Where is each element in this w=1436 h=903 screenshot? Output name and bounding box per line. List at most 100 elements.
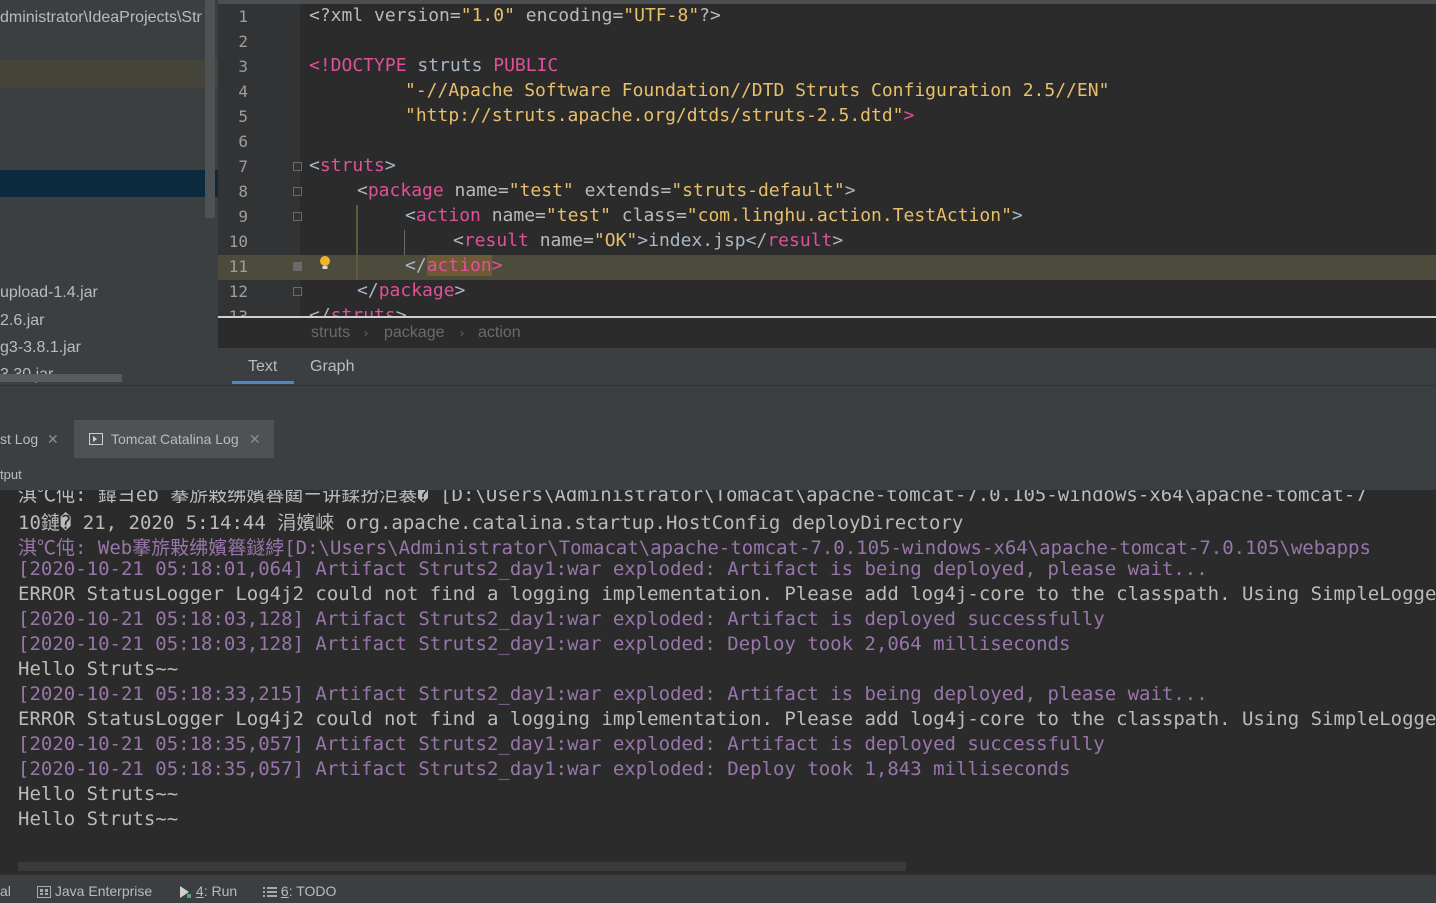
console-line: 淇℃伅: 鍏ヨeb 搴旂敤绋嬪簭閮ㄧ讲鍒扮洰褰� [D:\Users\Admin… [18,490,1367,506]
attr-name: encoding= [514,5,624,26]
project-path[interactable]: dministrator\IdeaProjects\Str [0,9,202,27]
line-number: 11 [228,257,248,276]
tag-bracket: > [832,230,844,251]
code-line-8: <package name="test" extends="struts-def… [357,180,856,201]
tag-bracket: < [405,205,416,226]
console-horizontal-scrollbar[interactable] [18,862,906,871]
editor-top-border [218,0,1436,4]
attr-value: "UTF-8" [623,5,700,26]
code-line-7: <struts> [309,155,396,176]
tab-tomcat-catalina-log[interactable]: Tomcat Catalina Log ✕ [74,420,274,458]
code-line-10: <result name="OK">index.jsp</result> [453,230,843,251]
line-number: 12 [228,282,248,301]
tag-bracket: < [309,155,320,176]
line-number: 6 [238,132,248,151]
console-line: ERROR StatusLogger Log4j2 could not find… [18,708,1436,730]
project-horizontal-scrollbar[interactable] [0,374,122,382]
attr-name: name= [528,230,594,251]
tag-bracket: </ [745,230,768,251]
tag-bracket: > [491,255,503,276]
intention-bulb-icon[interactable] [319,256,331,271]
doctype-close: > [903,105,915,126]
console-icon [89,433,103,445]
doctype-url: "http://struts.apache.org/dtds/struts-2.… [405,105,904,126]
code-line-1: <?xml version="1.0" encoding="UTF-8"?> [309,5,721,26]
code-editor[interactable]: 1 2 3 4 5 6 7 8 9 10 11 12 13 <?xml vers… [218,0,1436,316]
tag-bracket: > [1011,205,1023,226]
breadcrumb-item-action[interactable]: action [478,324,521,342]
tag-bracket: </ [405,255,427,276]
xml-decl-close: ?> [699,5,721,26]
tag-name: action [426,255,492,276]
line-number: 9 [238,207,248,226]
tool-window-bar: al Java Enterprise 4: Run 6: TODO [0,874,1436,903]
breadcrumb-item-struts[interactable]: struts [311,324,350,342]
breadcrumb-separator-icon: › [460,326,464,340]
todo-tab[interactable]: 6: TODO [263,883,336,899]
run-number: 4 [195,883,204,899]
java-enterprise-tab[interactable]: Java Enterprise [37,883,152,899]
tab-graph[interactable]: Graph [310,358,354,376]
tree-item-jar[interactable]: upload-1.4.jar [0,284,98,302]
line-number: 10 [228,232,248,251]
output-label: tput [0,467,22,482]
line-number: 8 [238,182,248,201]
fold-toggle-icon[interactable] [293,187,302,196]
tree-row-highlight [0,60,218,88]
fold-toggle-icon[interactable] [293,212,302,221]
tag-name: action [415,205,481,226]
run-tab[interactable]: 4: Run [178,883,237,899]
terminal-tab[interactable]: al [0,883,11,899]
tree-item-jar[interactable]: 2.6.jar [0,312,44,330]
code-line-9: <action name="test" class="com.linghu.ac… [405,205,1023,226]
code-line-5: "http://struts.apache.org/dtds/struts-2.… [405,105,914,126]
attr-value: "struts-default" [671,180,845,201]
run-tool-window-tabs: st Log ✕ Tomcat Catalina Log ✕ [0,420,1436,458]
breadcrumb-item-package[interactable]: package [384,324,445,342]
console-line: ERROR StatusLogger Log4j2 could not find… [18,583,1436,605]
fold-end-icon[interactable] [293,287,302,296]
code-line-12: </package> [357,280,465,301]
tag-bracket: < [453,230,464,251]
doctype-root: struts [406,55,494,76]
tree-row-selected[interactable] [0,170,218,197]
todo-label: : TODO [288,883,337,899]
console-line: 淇℃伅: Web搴旂敤绋嬪簭鐩綍[D:\Users\Administrator\… [18,537,1371,559]
close-icon[interactable]: ✕ [47,420,59,458]
console-output[interactable]: 淇℃伅: 鍏ヨeb 搴旂敤绋嬪簭閮ㄧ讲鍒扮洰褰� [D:\Users\Admin… [0,490,1436,874]
tab-text[interactable]: Text [248,358,277,376]
panel-separator [0,385,1436,421]
xml-decl-open: <?xml [309,5,364,26]
console-line: Hello Struts~~ [18,783,179,805]
tab-localhost-log[interactable]: st Log ✕ [0,420,70,458]
tab-label: st Log [0,431,39,447]
console-line: [2020-10-21 05:18:33,215] Artifact Strut… [18,683,1208,705]
line-number: 1 [238,7,248,26]
output-header: tput [0,458,1436,490]
tree-item-jar[interactable]: g3-3.8.1.jar [0,339,81,357]
console-line: [2020-10-21 05:18:03,128] Artifact Strut… [18,608,1105,630]
line-number: 2 [238,32,248,51]
console-line: Hello Struts~~ [18,658,179,680]
attr-value: "com.linghu.action.TestAction" [686,205,1012,226]
doctype-keyword: <!DOCTYPE [309,55,407,76]
java-enterprise-label: Java Enterprise [54,883,153,899]
todo-list-icon [263,887,277,898]
project-vertical-scrollbar[interactable] [205,0,215,218]
current-line-highlight [218,255,1436,280]
console-line: 10鏈� 21, 2020 5:14:44 涓嬪崍 org.apache.cat… [18,512,964,534]
code-line-13: </struts> [309,305,407,316]
code-line-11: </action> [405,255,503,276]
tab-label: Tomcat Catalina Log [111,431,239,447]
close-icon[interactable]: ✕ [249,420,261,458]
attr-value: "OK" [593,230,638,251]
console-line: Hello Struts~~ [18,808,179,830]
fold-toggle-icon[interactable] [293,162,302,171]
tag-name: package [367,180,444,201]
run-icon [180,886,191,899]
tag-bracket: > [384,155,396,176]
tag-bracket: </ [309,305,331,316]
breadcrumb: struts › package › action [218,318,1436,348]
console-line: [2020-10-21 05:18:35,057] Artifact Strut… [18,733,1105,755]
fold-end-icon[interactable] [293,262,302,271]
